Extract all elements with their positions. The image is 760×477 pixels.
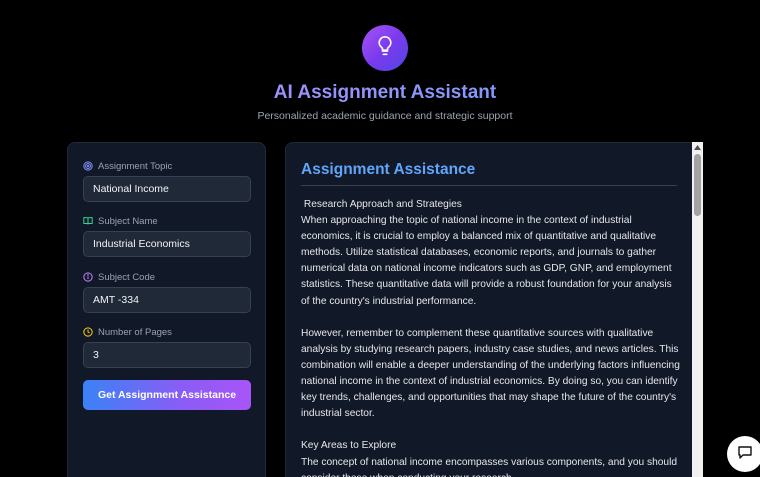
lightbulb-icon [375, 35, 395, 62]
get-assistance-button[interactable]: Get Assignment Assistance [83, 380, 251, 410]
assignment-topic-label: Assignment Topic [83, 160, 172, 172]
result-scrollbar[interactable] [692, 142, 703, 477]
paragraph: However, remember to complement these qu… [301, 327, 680, 420]
paragraph: When approaching the topic of national i… [301, 215, 672, 307]
section-heading: Key Areas to Explore [301, 440, 397, 452]
subject-code-label: Subject Code [83, 271, 155, 283]
subject-name-input[interactable] [83, 231, 251, 257]
divider [301, 185, 677, 186]
number-of-pages-input[interactable] [83, 342, 251, 368]
clock-icon [83, 327, 93, 337]
subject-name-label: Subject Name [83, 215, 158, 227]
info-icon [83, 272, 93, 282]
section-heading: Research Approach and Strategies [301, 199, 462, 210]
target-icon [83, 161, 93, 171]
subject-code-input[interactable] [83, 287, 251, 313]
scroll-up-arrow-icon[interactable] [692, 142, 703, 152]
paragraph: The concept of national income encompass… [301, 456, 678, 477]
scrollbar-thumb[interactable] [694, 154, 701, 216]
assistance-result-panel: Assignment Assistance Research Approach … [285, 142, 703, 477]
page-subtitle: Personalized academic guidance and strat… [257, 110, 513, 122]
assignment-form: Assignment Topic Subject Name Subject Co… [67, 142, 266, 477]
result-title: Assignment Assistance [301, 161, 476, 178]
page-title: AI Assignment Assistant [0, 81, 760, 105]
assignment-topic-input[interactable] [83, 176, 251, 202]
book-icon [83, 216, 93, 226]
app-logo [362, 25, 408, 71]
result-content: Research Approach and Strategies When ap… [301, 197, 681, 477]
number-of-pages-label: Number of Pages [83, 326, 172, 338]
chat-bubble-icon [737, 444, 753, 465]
chat-button[interactable] [727, 436, 760, 472]
